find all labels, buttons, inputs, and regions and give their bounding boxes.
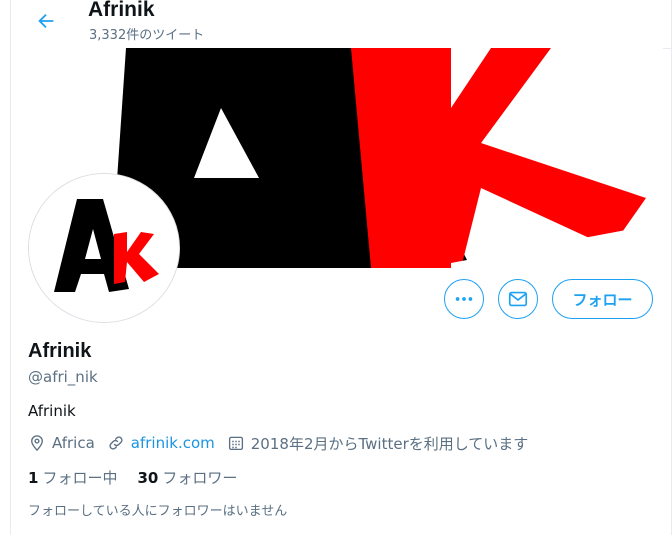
following-label: フォロー中: [42, 469, 118, 487]
profile-meta: Africa afrinik.com 2018年2月からTwitterを利用して…: [28, 432, 540, 454]
back-arrow-icon: [38, 13, 54, 29]
following-link[interactable]: 1 フォロー中: [28, 467, 117, 488]
mail-icon: [508, 291, 528, 307]
header-title: Afrinik: [88, 0, 155, 21]
known-followers-text: フォローしている人にフォロワーはいません: [28, 504, 288, 519]
website-link[interactable]: afrinik.com: [131, 434, 215, 452]
profile-handle: @afri_nik: [28, 368, 98, 386]
joined-text: 2018年2月からTwitterを利用しています: [250, 434, 529, 453]
website-item: afrinik.com: [107, 434, 215, 452]
tweet-count: 3,332件のツイート: [89, 28, 205, 43]
more-button[interactable]: [444, 279, 484, 319]
profile-name: Afrinik: [28, 340, 92, 362]
profile-bio: Afrinik: [28, 402, 76, 420]
following-count: 1: [28, 469, 39, 487]
avatar-logo-image: [29, 174, 179, 322]
calendar-icon: [228, 436, 243, 451]
back-button[interactable]: [31, 6, 61, 36]
location-icon: [31, 435, 43, 452]
profile-column: Afrinik 3,332件のツイート フォロー Afrinik @afri_n…: [10, 0, 672, 535]
profile-stats: 1 フォロー中 30 フォロワー: [28, 467, 257, 488]
link-icon: [109, 436, 123, 450]
joined-item: 2018年2月からTwitterを利用しています: [227, 433, 529, 454]
followers-count: 30: [137, 469, 159, 487]
followers-link[interactable]: 30 フォロワー: [137, 467, 237, 488]
profile-avatar[interactable]: [28, 173, 180, 323]
follow-button[interactable]: フォロー: [552, 279, 653, 319]
more-icon: [455, 297, 473, 301]
location-text: Africa: [52, 434, 95, 452]
message-button[interactable]: [498, 279, 538, 319]
followers-label: フォロワー: [162, 469, 238, 487]
profile-header: Afrinik 3,332件のツイート: [11, 0, 671, 49]
location-item: Africa: [28, 434, 95, 452]
